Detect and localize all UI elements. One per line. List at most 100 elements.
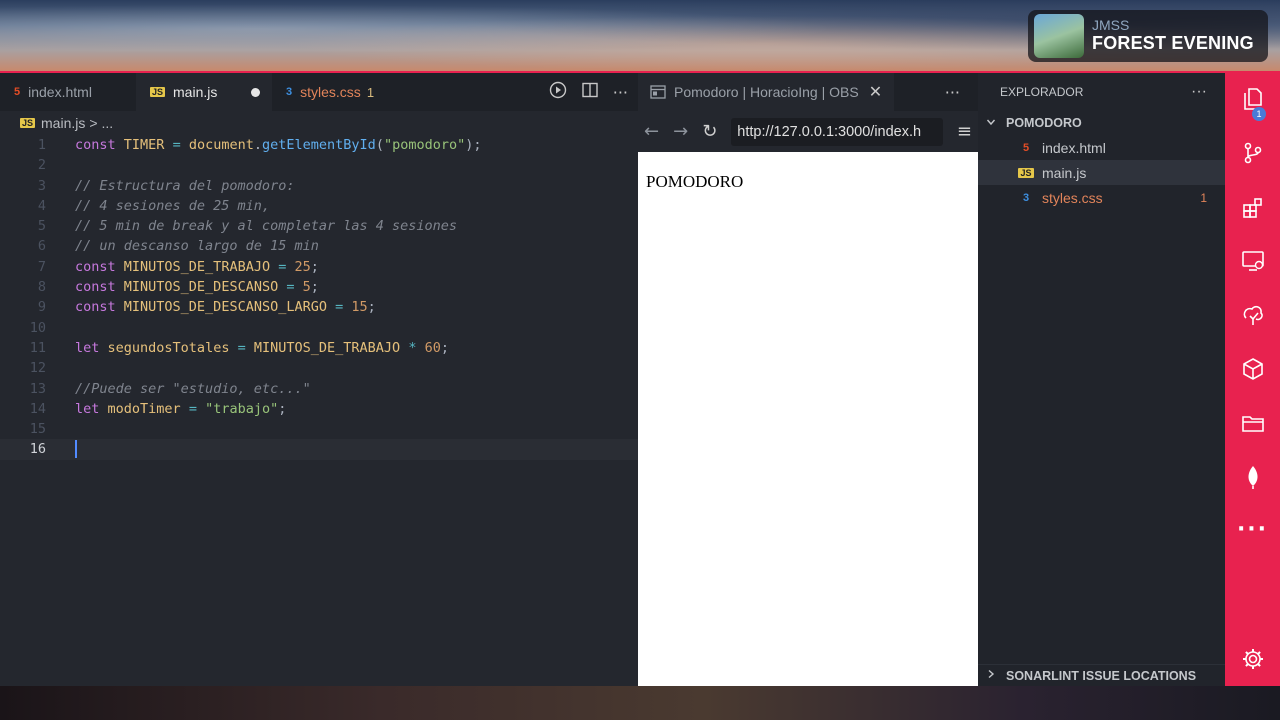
code-token: ;	[310, 279, 319, 296]
code-area[interactable]: 1 const TIMER = document.getElementById("…	[0, 135, 638, 460]
file-index-html[interactable]: 5 index.html	[978, 135, 1225, 160]
forward-arrow-icon[interactable]: →	[673, 121, 688, 142]
settings-gear-icon[interactable]	[1225, 639, 1280, 679]
tab-styles-css[interactable]: 3 styles.css 1	[272, 73, 388, 111]
sonarlint-icon[interactable]	[1225, 295, 1280, 335]
address-bar[interactable]: http://127.0.0.1:3000/index.h	[731, 117, 943, 146]
browser-nav-bar: ← → ↻ http://127.0.0.1:3000/index.h ≡	[638, 111, 978, 152]
code-token: modoTimer	[107, 400, 181, 417]
code-token: 60	[424, 339, 441, 356]
text-cursor	[75, 440, 77, 459]
tab-index-html[interactable]: 5 index.html	[0, 73, 136, 111]
editor-tab-bar: 5 index.html JS main.js 3 styles.css 1 ·…	[0, 73, 638, 111]
code-token: =	[172, 137, 181, 153]
folder-icon[interactable]	[1225, 403, 1280, 443]
code-token: getElementById	[262, 137, 376, 153]
code-token: let	[75, 400, 100, 417]
sonarlint-issue-locations-section[interactable]: SONARLINT ISSUE LOCATIONS	[978, 664, 1225, 686]
code-token: MINUTOS_DE_TRABAJO	[253, 339, 401, 356]
tab-label: styles.css	[300, 84, 361, 100]
remote-explorer-icon[interactable]	[1225, 241, 1280, 281]
split-editor-icon[interactable]	[581, 81, 599, 103]
more-actions-icon[interactable]: ···	[945, 83, 960, 102]
code-token: (	[375, 137, 384, 153]
unsaved-dot-icon[interactable]	[251, 88, 260, 97]
extensions-icon[interactable]	[1225, 188, 1280, 228]
code-token: //Puede ser "estudio, etc..."	[75, 380, 311, 397]
package-icon[interactable]	[1225, 349, 1280, 389]
chevron-down-icon	[986, 117, 1000, 130]
code-line[interactable]: 11 let segundosTotales = MINUTOS_DE_TRABA…	[0, 338, 638, 358]
page-heading: POMODORO	[646, 172, 744, 191]
browser-tab[interactable]: Pomodoro | HoracioIng | OBS ✕	[638, 73, 894, 111]
code-line[interactable]: 3 // Estructura del pomodoro:	[0, 176, 638, 196]
code-line[interactable]: 16	[0, 439, 638, 460]
code-token: ;	[367, 299, 376, 316]
code-line[interactable]: 2	[0, 155, 638, 175]
html5-icon: 5	[1022, 141, 1030, 154]
file-label: styles.css	[1042, 189, 1103, 206]
code-token: 25	[294, 258, 311, 275]
source-control-icon[interactable]	[1225, 133, 1280, 173]
file-label: main.js	[1042, 164, 1087, 181]
breadcrumb-rest[interactable]: > ...	[89, 115, 113, 131]
song-title: FOREST EVENING	[1092, 33, 1254, 53]
html5-icon: 5	[14, 86, 21, 98]
preview-page-icon	[650, 85, 666, 99]
code-line[interactable]: 1 const TIMER = document.getElementById("…	[0, 135, 638, 155]
more-actions-icon[interactable]: ···	[613, 83, 628, 102]
js-icon: JS	[150, 87, 166, 97]
code-text: // 5 min de break y al completar las 4 s…	[46, 216, 457, 236]
code-text: //Puede ser "estudio, etc..."	[46, 379, 311, 399]
code-text: let modoTimer = "trabajo";	[46, 399, 286, 419]
explorer-sidebar: EXPLORADOR ··· POMODORO 5 index.html JS …	[978, 73, 1225, 686]
files-icon[interactable]: 1	[1225, 79, 1280, 121]
file-styles-css[interactable]: 3 styles.css 1	[978, 185, 1225, 210]
mongodb-leaf-icon[interactable]	[1225, 457, 1280, 497]
breadcrumb: JS main.js > ...	[0, 111, 638, 135]
code-text	[46, 439, 77, 459]
code-token: const	[75, 137, 116, 153]
code-line[interactable]: 9 const MINUTOS_DE_DESCANSO_LARGO = 15;	[0, 297, 638, 317]
code-text: // un descanso largo de 15 min	[46, 236, 319, 256]
code-line[interactable]: 14 let modoTimer = "trabajo";	[0, 399, 638, 419]
line-number: 9	[37, 299, 46, 316]
code-line[interactable]: 5 // 5 min de break y al completar las 4 …	[0, 216, 638, 236]
code-line[interactable]: 15	[0, 419, 638, 439]
code-line[interactable]: 8 const MINUTOS_DE_DESCANSO = 5;	[0, 277, 638, 297]
code-text: // 4 sesiones de 25 min,	[46, 196, 270, 216]
more-icon[interactable]: ···	[1225, 509, 1280, 549]
code-line[interactable]: 10	[0, 318, 638, 338]
tab-main-js[interactable]: JS main.js	[136, 73, 272, 111]
close-icon[interactable]: ✕	[869, 82, 882, 102]
more-actions-icon[interactable]: ···	[1191, 83, 1207, 101]
code-line[interactable]: 7 const MINUTOS_DE_TRABAJO = 25;	[0, 257, 638, 277]
reload-icon[interactable]: ↻	[702, 121, 717, 142]
file-main-js[interactable]: JS main.js	[978, 160, 1225, 185]
run-icon[interactable]	[549, 81, 567, 103]
section-label: SONARLINT ISSUE LOCATIONS	[1006, 668, 1197, 683]
breadcrumb-file[interactable]: main.js	[41, 115, 85, 131]
code-line[interactable]: 4 // 4 sesiones de 25 min,	[0, 196, 638, 216]
code-token: "pomodoro"	[383, 137, 466, 153]
menu-icon[interactable]: ≡	[957, 121, 972, 142]
folder-pomodoro[interactable]: POMODORO	[978, 111, 1225, 135]
code-line[interactable]: 13 //Puede ser "estudio, etc..."	[0, 379, 638, 399]
code-line[interactable]: 6 // un descanso largo de 15 min	[0, 236, 638, 256]
code-token: "trabajo"	[205, 400, 279, 417]
code-line[interactable]: 12	[0, 358, 638, 378]
back-arrow-icon[interactable]: ←	[644, 121, 659, 142]
